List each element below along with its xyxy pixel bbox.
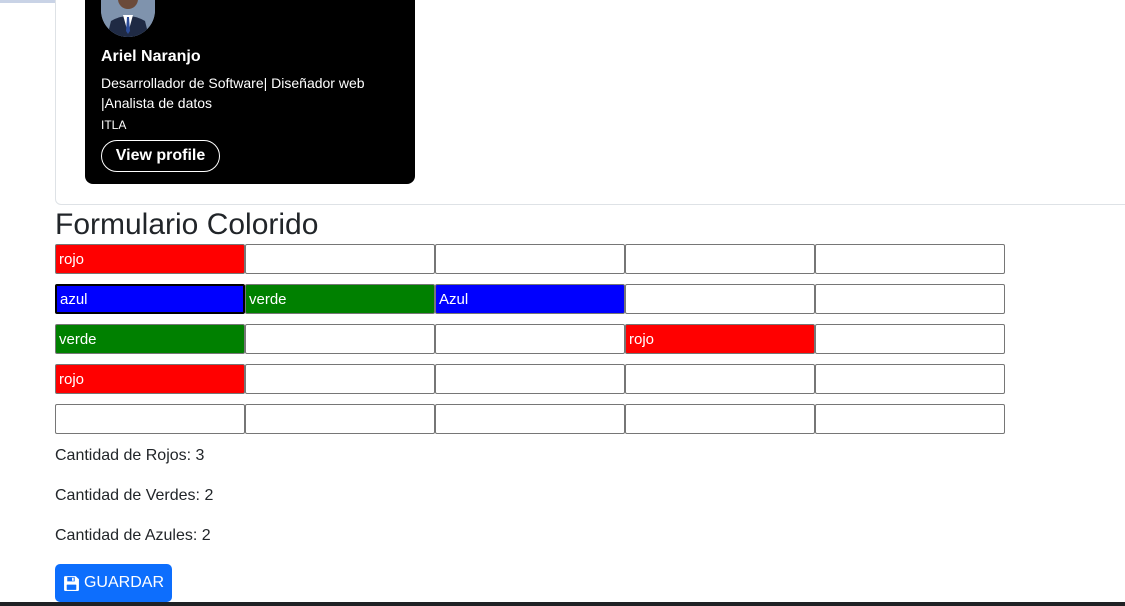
taskbar-edge (0, 602, 1125, 606)
color-cell-input[interactable] (55, 284, 245, 314)
color-input-grid (55, 244, 1007, 444)
avatar (101, 0, 155, 37)
color-cell-input[interactable] (625, 324, 815, 354)
color-cell-input[interactable] (435, 244, 625, 274)
save-button[interactable]: GUARDAR (55, 564, 172, 602)
grid-row (55, 284, 1007, 314)
color-cell-input[interactable] (435, 324, 625, 354)
color-cell-input[interactable] (815, 364, 1005, 394)
color-cell-input[interactable] (55, 364, 245, 394)
color-cell-input[interactable] (625, 244, 815, 274)
color-cell-input[interactable] (625, 364, 815, 394)
linkedin-profile-badge: Ariel Naranjo Desarrollador de Software|… (85, 0, 415, 184)
grid-row (55, 404, 1007, 434)
color-cell-input[interactable] (625, 284, 815, 314)
color-cell-input[interactable] (245, 404, 435, 434)
profile-school: ITLA (101, 118, 127, 132)
red-count: Cantidad de Rojos: 3 (55, 447, 205, 464)
color-cell-input[interactable] (245, 324, 435, 354)
profile-headline: Desarrollador de Software| Diseñador web… (101, 75, 365, 111)
grid-row (55, 244, 1007, 274)
color-cell-input[interactable] (55, 244, 245, 274)
color-cell-input[interactable] (815, 244, 1005, 274)
blue-count: Cantidad de Azules: 2 (55, 527, 211, 544)
color-cell-input[interactable] (625, 404, 815, 434)
grid-row (55, 364, 1007, 394)
color-cell-input[interactable] (815, 284, 1005, 314)
color-cell-input[interactable] (435, 404, 625, 434)
grid-row (55, 324, 1007, 354)
color-cell-input[interactable] (55, 324, 245, 354)
form-title: Formulario Colorido (55, 208, 319, 241)
color-cell-input[interactable] (815, 324, 1005, 354)
floppy-disk-icon (63, 575, 80, 592)
color-cell-input[interactable] (245, 284, 435, 314)
green-count: Cantidad de Verdes: 2 (55, 487, 214, 504)
save-button-label: GUARDAR (83, 574, 164, 591)
color-cell-input[interactable] (435, 284, 625, 314)
color-cell-input[interactable] (435, 364, 625, 394)
profile-name: Ariel Naranjo (101, 48, 201, 65)
color-cell-input[interactable] (815, 404, 1005, 434)
view-profile-button[interactable]: View profile (101, 140, 220, 172)
color-cell-input[interactable] (245, 364, 435, 394)
color-cell-input[interactable] (245, 244, 435, 274)
color-cell-input[interactable] (55, 404, 245, 434)
